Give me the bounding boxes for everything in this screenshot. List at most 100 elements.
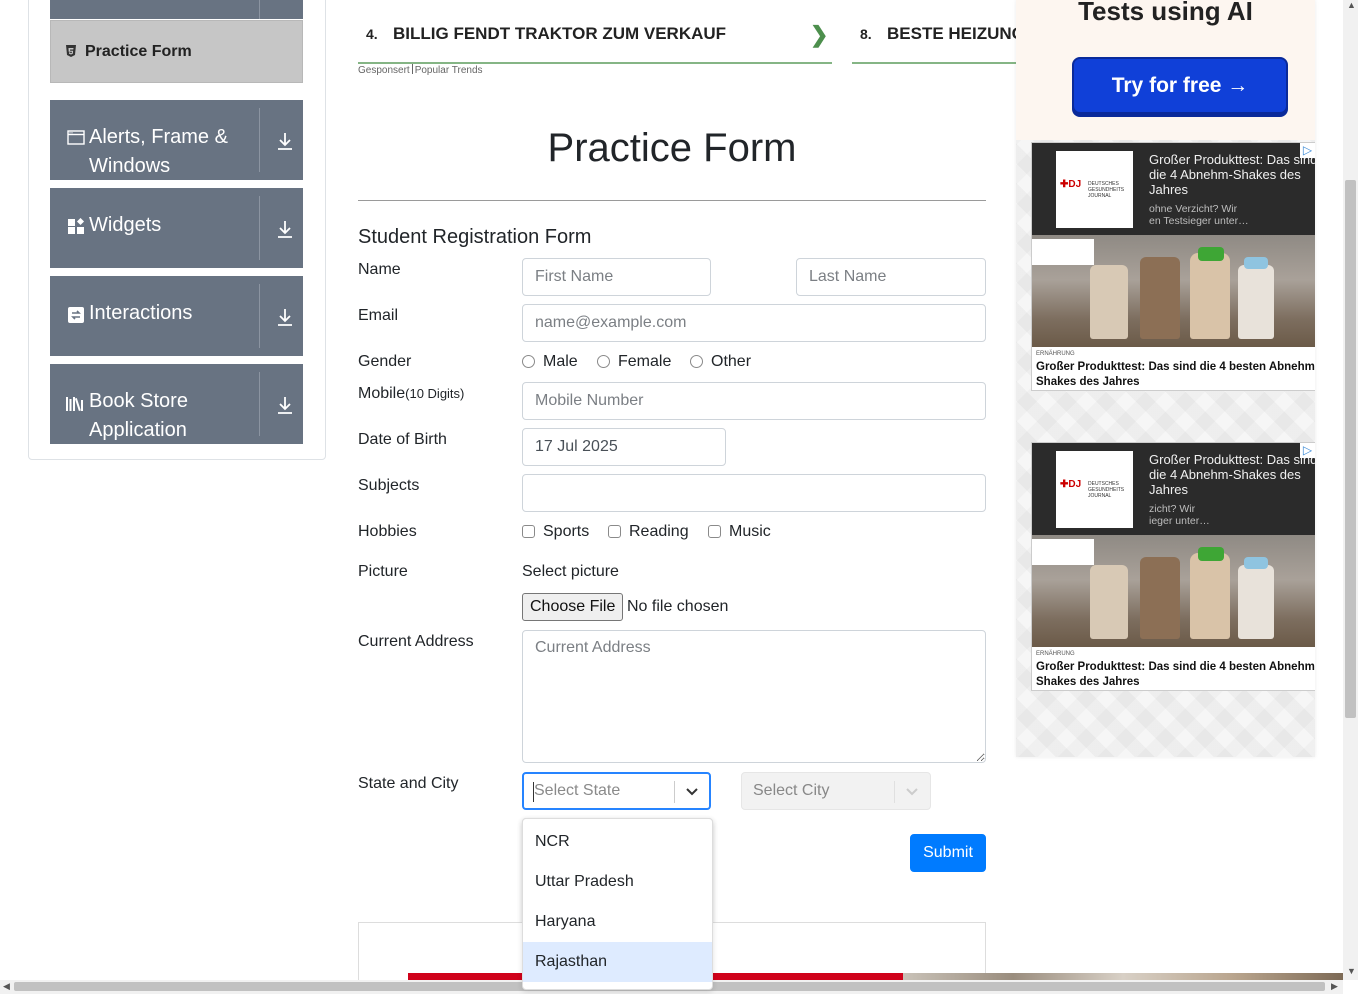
- name-label: Name: [358, 261, 401, 278]
- try-for-free-button[interactable]: Try for free →: [1072, 57, 1288, 114]
- radio-label: Other: [711, 353, 752, 370]
- city-select[interactable]: Select City: [741, 772, 931, 810]
- adchoices-icon[interactable]: ▷: [1300, 143, 1315, 158]
- ad-subtitle-line: zicht? Wir: [1149, 503, 1196, 515]
- hobby-checkbox-music[interactable]: Music: [708, 523, 771, 541]
- submit-button[interactable]: Submit: [910, 834, 986, 872]
- scroll-up-arrow-icon[interactable]: ▲: [1347, 0, 1356, 10]
- ad-image-strip: [903, 973, 1343, 980]
- ad-subtitle-line: en Testsieger unter…: [1149, 215, 1249, 227]
- state-dropdown-menu-overlay: NCR Uttar Pradesh Haryana Rajasthan: [522, 818, 713, 990]
- sidebar-item-label: Practice Form: [85, 43, 192, 60]
- ad-card[interactable]: ✚DJ DEUTSCHES GESUNDHEITS JOURNAL Großer …: [1031, 142, 1315, 391]
- sidebar-group-book-store[interactable]: Book Store Application: [50, 364, 303, 444]
- dob-input[interactable]: [522, 428, 726, 466]
- subjects-input[interactable]: [522, 474, 986, 512]
- gender-label: Gender: [358, 353, 412, 370]
- state-option[interactable]: Uttar Pradesh: [523, 862, 712, 902]
- widgets-icon: [68, 218, 85, 234]
- ai-ad-heading: Tests using AI: [1078, 0, 1253, 26]
- scroll-left-arrow-icon[interactable]: ◀: [3, 981, 10, 992]
- top-ad-item[interactable]: 8. BESTE HEIZUNG: [852, 6, 1016, 64]
- separator: [259, 372, 260, 436]
- sponsored-text: Gesponsert: [358, 65, 410, 76]
- state-select[interactable]: Select State: [522, 772, 711, 810]
- chevron-down-icon[interactable]: [684, 783, 700, 799]
- sidebar-group-label: Book Store Application: [89, 390, 188, 441]
- ai-ad-banner: Tests using AI Try for free →: [1016, 0, 1315, 140]
- checkbox[interactable]: [522, 525, 535, 538]
- sidebar-group-label: Alerts, Frame & Windows: [89, 126, 228, 177]
- separator: [259, 284, 260, 348]
- radio-button[interactable]: [597, 355, 610, 368]
- radio-button[interactable]: [522, 355, 535, 368]
- sponsored-label: Gesponsert Popular Trends: [358, 64, 483, 76]
- interactions-icon: [68, 307, 84, 323]
- sidebar-group-interactions[interactable]: Interactions: [50, 276, 303, 356]
- ad-category: ERNÄHRUNG: [1036, 651, 1075, 657]
- ad-card-header: ✚DJ DEUTSCHES GESUNDHEITS JOURNAL Großer …: [1032, 143, 1315, 235]
- checkbox[interactable]: [608, 525, 621, 538]
- sidebar-group-collapsed[interactable]: [50, 0, 303, 19]
- separator: [259, 108, 260, 172]
- subjects-label: Subjects: [358, 477, 420, 494]
- mobile-label-text: Mobile: [358, 385, 406, 402]
- gender-radio-other[interactable]: Other: [690, 353, 751, 371]
- first-name-input[interactable]: [522, 258, 711, 296]
- mobile-input[interactable]: [522, 382, 986, 420]
- html5-icon: [66, 45, 76, 57]
- ad-number: 4.: [366, 26, 378, 42]
- logo-text: DEUTSCHES GESUNDHEITS JOURNAL: [1088, 481, 1125, 499]
- hobby-checkbox-reading[interactable]: Reading: [608, 523, 689, 541]
- radio-button[interactable]: [690, 355, 703, 368]
- email-input[interactable]: [522, 304, 986, 342]
- download-icon[interactable]: [276, 219, 294, 239]
- hobby-checkbox-sports[interactable]: Sports: [522, 523, 589, 541]
- state-option[interactable]: NCR: [523, 822, 712, 862]
- ad-subtitle: ohne Verzicht? Wir en Testsieger unter…: [1149, 203, 1315, 227]
- download-icon[interactable]: [276, 395, 294, 415]
- state-option[interactable]: Haryana: [523, 902, 712, 942]
- separator: [259, 0, 260, 19]
- state-option-highlighted[interactable]: Rajasthan: [523, 942, 712, 982]
- current-address-textarea[interactable]: [522, 630, 986, 763]
- photo-logo: [1032, 539, 1094, 565]
- sidebar-group-alerts-frame-windows[interactable]: Alerts, Frame & Windows: [50, 100, 303, 180]
- separator: [894, 781, 895, 803]
- gender-radio-female[interactable]: Female: [597, 353, 671, 371]
- ad-subtitle-line: ieger unter…: [1149, 515, 1210, 527]
- divider: [358, 200, 986, 201]
- checkbox-label: Reading: [629, 523, 689, 540]
- top-ad-item[interactable]: 4. BILLIG FENDT TRAKTOR ZUM VERKAUF ❯: [358, 6, 832, 64]
- current-address-label: Current Address: [358, 633, 474, 650]
- vertical-scrollbar-thumb[interactable]: [1345, 180, 1356, 718]
- separator: [674, 781, 675, 803]
- sidebar-group-label: Widgets: [89, 214, 162, 236]
- email-label: Email: [358, 307, 399, 324]
- ad-subtitle: zicht? Wir ieger unter…: [1149, 503, 1315, 527]
- ad-footer-title: Großer Produkttest: Das sind die 4 beste…: [1036, 361, 1315, 388]
- scroll-down-arrow-icon[interactable]: ▼: [1347, 966, 1356, 976]
- checkbox[interactable]: [708, 525, 721, 538]
- ad-card-header: ✚DJ DEUTSCHES GESUNDHEITS JOURNAL Großer …: [1032, 443, 1315, 535]
- logo-mark: ✚DJ: [1060, 179, 1082, 190]
- separator: [259, 196, 260, 260]
- checkbox-label: Music: [729, 523, 771, 540]
- scroll-right-arrow-icon[interactable]: ▶: [1331, 981, 1338, 992]
- popular-trends-link[interactable]: Popular Trends: [415, 65, 483, 76]
- mobile-hint: (10 Digits): [405, 386, 465, 401]
- ad-card[interactable]: ✚DJ DEUTSCHES GESUNDHEITS JOURNAL Großer …: [1031, 442, 1315, 691]
- download-icon[interactable]: [276, 131, 294, 151]
- last-name-input[interactable]: [796, 258, 986, 296]
- download-icon[interactable]: [276, 307, 294, 327]
- ad-text: BESTE HEIZUNG: [887, 24, 1016, 43]
- choose-file-button[interactable]: Choose File: [522, 593, 624, 621]
- ad-footer-title: Großer Produkttest: Das sind die 4 beste…: [1036, 661, 1315, 688]
- ad-number: 8.: [860, 26, 872, 42]
- sidebar-item-practice-form[interactable]: Practice Form: [50, 20, 303, 83]
- sidebar-group-widgets[interactable]: Widgets: [50, 188, 303, 268]
- gender-radio-male[interactable]: Male: [522, 353, 578, 371]
- window-icon: [67, 130, 85, 145]
- adchoices-icon[interactable]: ▷: [1300, 443, 1315, 458]
- checkbox-label: Sports: [543, 523, 590, 540]
